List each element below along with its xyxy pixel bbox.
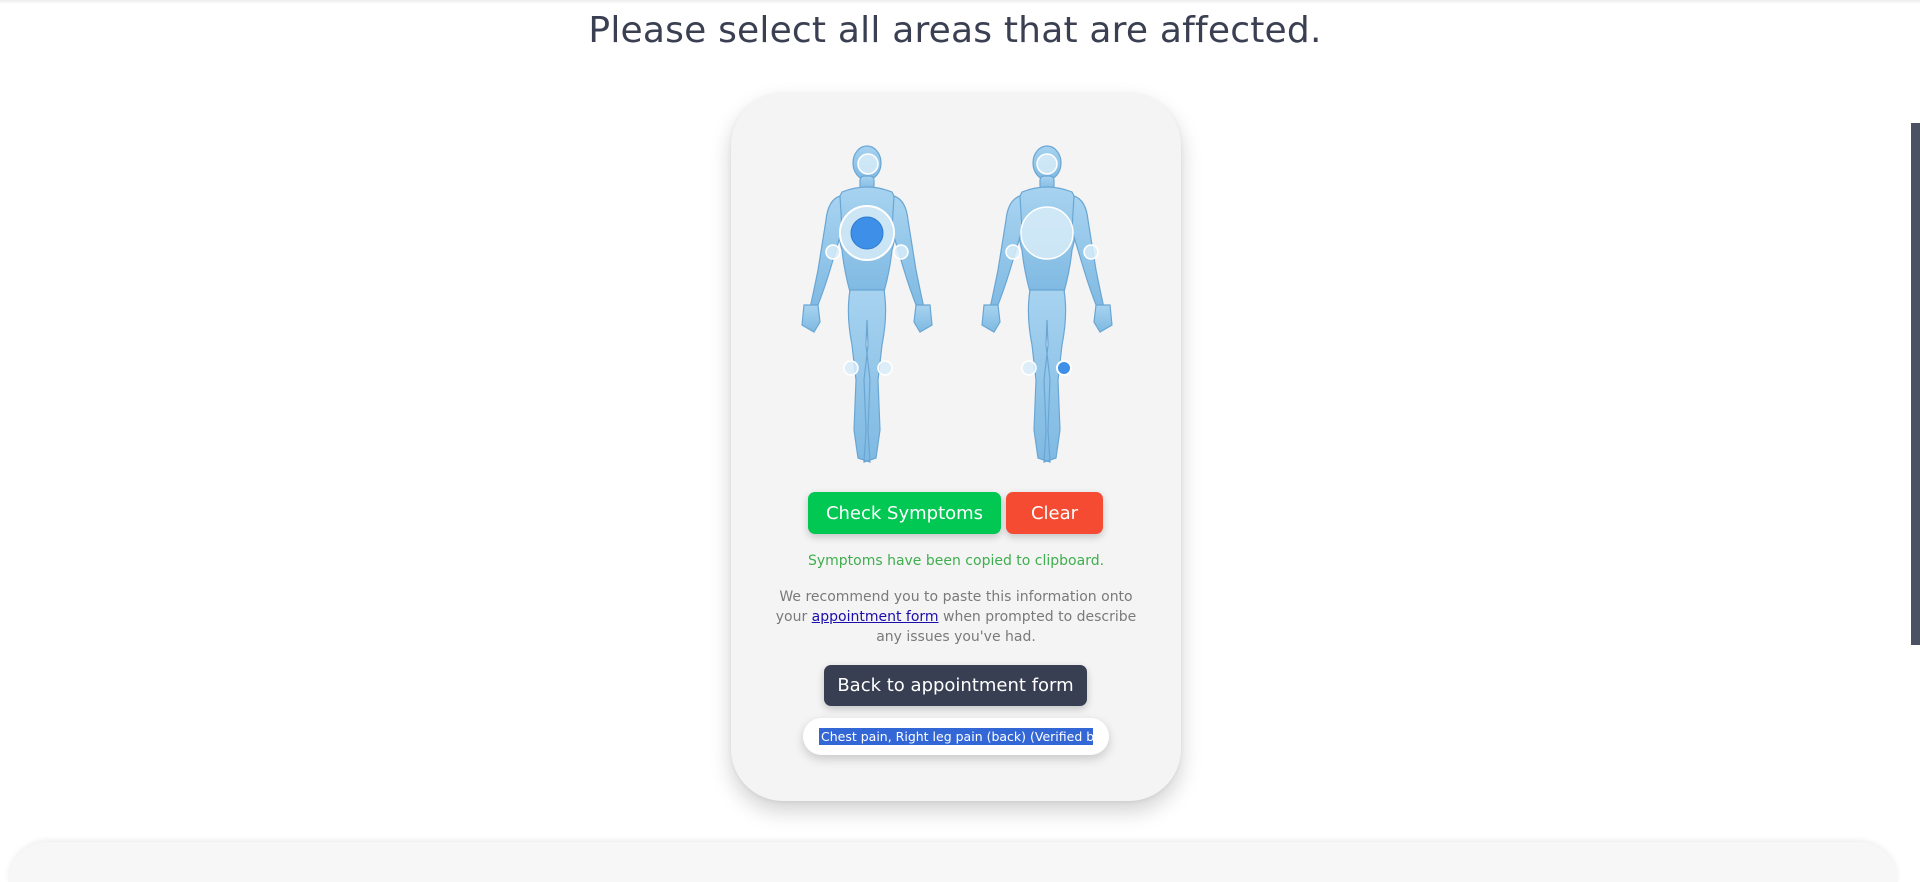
selected-marker-chest[interactable] [850, 216, 884, 250]
selected-marker-right-knee-back[interactable] [1056, 360, 1072, 376]
page-title: Please select all areas that are affecte… [588, 10, 1322, 51]
clear-button[interactable]: Clear [1006, 492, 1103, 534]
front-figure [801, 145, 933, 463]
scrollbar-thumb[interactable] [1911, 123, 1920, 645]
recommendation-text: We recommend you to paste this informati… [770, 587, 1142, 647]
back-figure [981, 145, 1113, 463]
top-shadow [0, 0, 1920, 4]
bottom-panel [8, 842, 1898, 882]
body-map [801, 145, 1113, 463]
back-to-appointment-button[interactable]: Back to appointment form [824, 665, 1087, 706]
symptom-result-field[interactable]: Chest pain, Right leg pain (back) (Verif… [803, 718, 1109, 755]
appointment-form-link[interactable]: appointment form [812, 609, 939, 625]
symptom-result-text[interactable]: Chest pain, Right leg pain (back) (Verif… [819, 728, 1093, 745]
copied-status-message: Symptoms have been copied to clipboard. [807, 553, 1105, 569]
check-symptoms-button[interactable]: Check Symptoms [808, 492, 1001, 534]
